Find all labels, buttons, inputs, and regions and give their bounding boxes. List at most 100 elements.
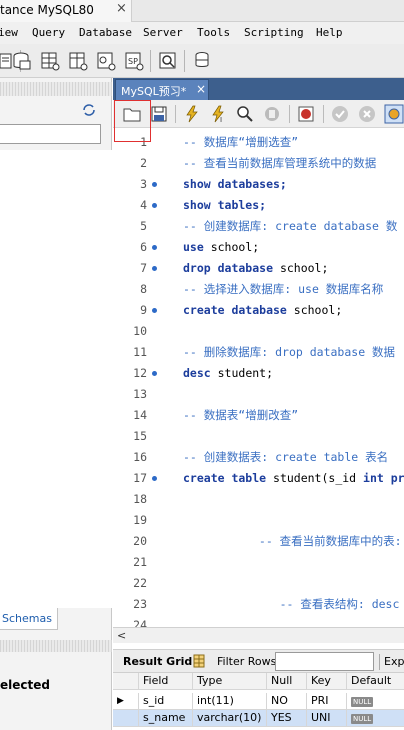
result-grid[interactable]: Field Type Null Key Default ▶ s_id int(1… bbox=[113, 673, 404, 730]
code-line[interactable]: 21 bbox=[113, 552, 404, 573]
editor-horizontal-scrollbar[interactable]: < bbox=[113, 627, 404, 643]
statement-marker-icon[interactable] bbox=[152, 203, 157, 208]
code-line[interactable]: 13 bbox=[113, 384, 404, 405]
code-line[interactable]: 5 -- 创建数据库: create database 数 bbox=[113, 216, 404, 237]
table-row[interactable]: ▶ s_id int(11) NO PRI NULL bbox=[113, 693, 404, 710]
code-line[interactable]: 20 -- 查看当前数据库中的表: show t bbox=[113, 531, 404, 552]
column-header[interactable] bbox=[113, 673, 139, 690]
filter-rows-input[interactable] bbox=[275, 652, 374, 671]
rollback-icon[interactable] bbox=[357, 104, 377, 124]
search-table-data-icon[interactable] bbox=[156, 49, 180, 73]
column-header-default[interactable]: Default bbox=[347, 673, 404, 690]
auto-commit-icon[interactable] bbox=[384, 104, 404, 124]
create-schema-icon[interactable] bbox=[38, 49, 62, 73]
code-line[interactable]: 2 -- 查看当前数据库管理系统中的数据 bbox=[113, 153, 404, 174]
line-number: 4 bbox=[140, 198, 147, 212]
column-header-null[interactable]: Null bbox=[267, 673, 307, 690]
menu-server[interactable]: Server bbox=[143, 26, 183, 39]
code-line[interactable]: 8 -- 选择进入数据库: use 数据库名称 bbox=[113, 279, 404, 300]
code-line[interactable]: 18 bbox=[113, 489, 404, 510]
code-line[interactable]: 19 bbox=[113, 510, 404, 531]
code-line[interactable]: 14 -- 数据表“增删改查” bbox=[113, 405, 404, 426]
connection-tab[interactable]: tance MySQL80 × bbox=[0, 0, 132, 22]
column-header-key[interactable]: Key bbox=[307, 673, 347, 690]
cell-key[interactable]: UNI bbox=[307, 710, 347, 727]
create-table-icon[interactable] bbox=[66, 49, 90, 73]
close-icon[interactable]: × bbox=[116, 1, 127, 16]
menu-query[interactable]: Query bbox=[32, 26, 65, 39]
cell-field[interactable]: s_id bbox=[139, 693, 193, 710]
code-line[interactable]: 22 bbox=[113, 573, 404, 594]
code-line[interactable]: 9 create database school; bbox=[113, 300, 404, 321]
statement-marker-icon[interactable] bbox=[152, 476, 157, 481]
cell-default[interactable]: NULL bbox=[347, 693, 404, 710]
line-number: 23 bbox=[133, 597, 147, 611]
menu-tools[interactable]: Tools bbox=[197, 26, 230, 39]
table-row[interactable]: s_name varchar(10) YES UNI NULL bbox=[113, 710, 404, 727]
result-grid-tab[interactable]: Result Grid bbox=[123, 655, 192, 668]
statement-marker-icon[interactable] bbox=[152, 266, 157, 271]
code-line[interactable]: 4 show tables; bbox=[113, 195, 404, 216]
grid-view-icon[interactable] bbox=[193, 654, 205, 668]
statement-marker-icon[interactable] bbox=[152, 371, 157, 376]
code-line[interactable]: 15 bbox=[113, 426, 404, 447]
code-line[interactable]: 6 use school; bbox=[113, 237, 404, 258]
statement-marker-icon[interactable] bbox=[152, 245, 157, 250]
tab-mysql-preview[interactable]: MySQL预习* × bbox=[115, 79, 209, 100]
code-line[interactable]: 23 -- 查看表结构: desc 表名; bbox=[113, 594, 404, 615]
statement-marker-icon[interactable] bbox=[152, 308, 157, 313]
cell-field[interactable]: s_name bbox=[139, 710, 193, 727]
scroll-left-icon[interactable]: < bbox=[117, 629, 126, 642]
code-text: -- 查看当前数据库中的表: show t bbox=[258, 534, 402, 548]
schema-tree[interactable] bbox=[0, 150, 112, 608]
line-number: 13 bbox=[133, 387, 147, 401]
cell-key[interactable]: PRI bbox=[307, 693, 347, 710]
menu-database[interactable]: Database bbox=[79, 26, 132, 39]
code-line[interactable]: 12 desc student; bbox=[113, 363, 404, 384]
cell-null[interactable]: NO bbox=[267, 693, 307, 710]
sql-editor[interactable]: 1 -- 数据库“增删选查” 2 -- 查看当前数据库管理系统中的数据 3 show da… bbox=[113, 128, 404, 627]
menu-help[interactable]: Help bbox=[316, 26, 343, 39]
connection-tab-title: tance MySQL80 bbox=[0, 3, 94, 17]
statement-marker-icon[interactable] bbox=[152, 182, 157, 187]
code-line[interactable]: 16 -- 创建数据表: create table 表名 bbox=[113, 447, 404, 468]
menu-view[interactable]: iew bbox=[0, 26, 18, 39]
cell-type[interactable]: varchar(10) bbox=[193, 710, 267, 727]
reconnect-icon[interactable] bbox=[190, 49, 214, 73]
code-line[interactable]: 7 drop database school; bbox=[113, 258, 404, 279]
sql-identifier: student(s_id bbox=[266, 471, 364, 485]
create-procedure-icon[interactable]: SP bbox=[122, 49, 146, 73]
tab-schemas[interactable]: Schemas bbox=[0, 608, 58, 630]
cell-default[interactable]: NULL bbox=[347, 710, 404, 727]
toggle-error-icon[interactable] bbox=[296, 104, 316, 124]
code-line[interactable]: 10 bbox=[113, 321, 404, 342]
stop-icon[interactable] bbox=[262, 104, 282, 124]
cell-null[interactable]: YES bbox=[267, 710, 307, 727]
code-line[interactable]: 11 -- 删除数据库: drop database 数据 bbox=[113, 342, 404, 363]
menu-bar: iew Query Database Server Tools Scriptin… bbox=[0, 22, 404, 44]
execute-current-icon[interactable]: I bbox=[208, 104, 228, 124]
explain-icon[interactable] bbox=[235, 104, 255, 124]
schema-filter-input[interactable] bbox=[0, 124, 101, 144]
code-line[interactable]: 1 -- 数据库“增删选查” bbox=[113, 132, 404, 153]
null-badge: NULL bbox=[351, 697, 374, 707]
cell-type[interactable]: int(11) bbox=[193, 693, 267, 710]
close-icon[interactable]: × bbox=[196, 82, 206, 96]
create-view-icon[interactable] bbox=[94, 49, 118, 73]
sql-identifier: student; bbox=[210, 366, 274, 380]
table-header-row: Field Type Null Key Default bbox=[113, 673, 404, 690]
execute-icon[interactable] bbox=[182, 104, 202, 124]
refresh-icon[interactable] bbox=[82, 104, 96, 116]
export-button[interactable]: Expo bbox=[384, 655, 404, 668]
menu-scripting[interactable]: Scripting bbox=[244, 26, 304, 39]
save-icon[interactable] bbox=[149, 104, 169, 124]
code-line[interactable]: 24 bbox=[113, 615, 404, 627]
code-line[interactable]: 17 create table student(s_id int pr bbox=[113, 468, 404, 489]
line-number: 12 bbox=[133, 366, 147, 380]
commit-icon[interactable] bbox=[330, 104, 350, 124]
code-line[interactable]: 3 show databases; bbox=[113, 174, 404, 195]
column-header-type[interactable]: Type bbox=[193, 673, 267, 690]
line-number: 18 bbox=[133, 492, 147, 506]
column-header-field[interactable]: Field bbox=[139, 673, 193, 690]
open-sql-script-icon[interactable] bbox=[10, 49, 34, 73]
